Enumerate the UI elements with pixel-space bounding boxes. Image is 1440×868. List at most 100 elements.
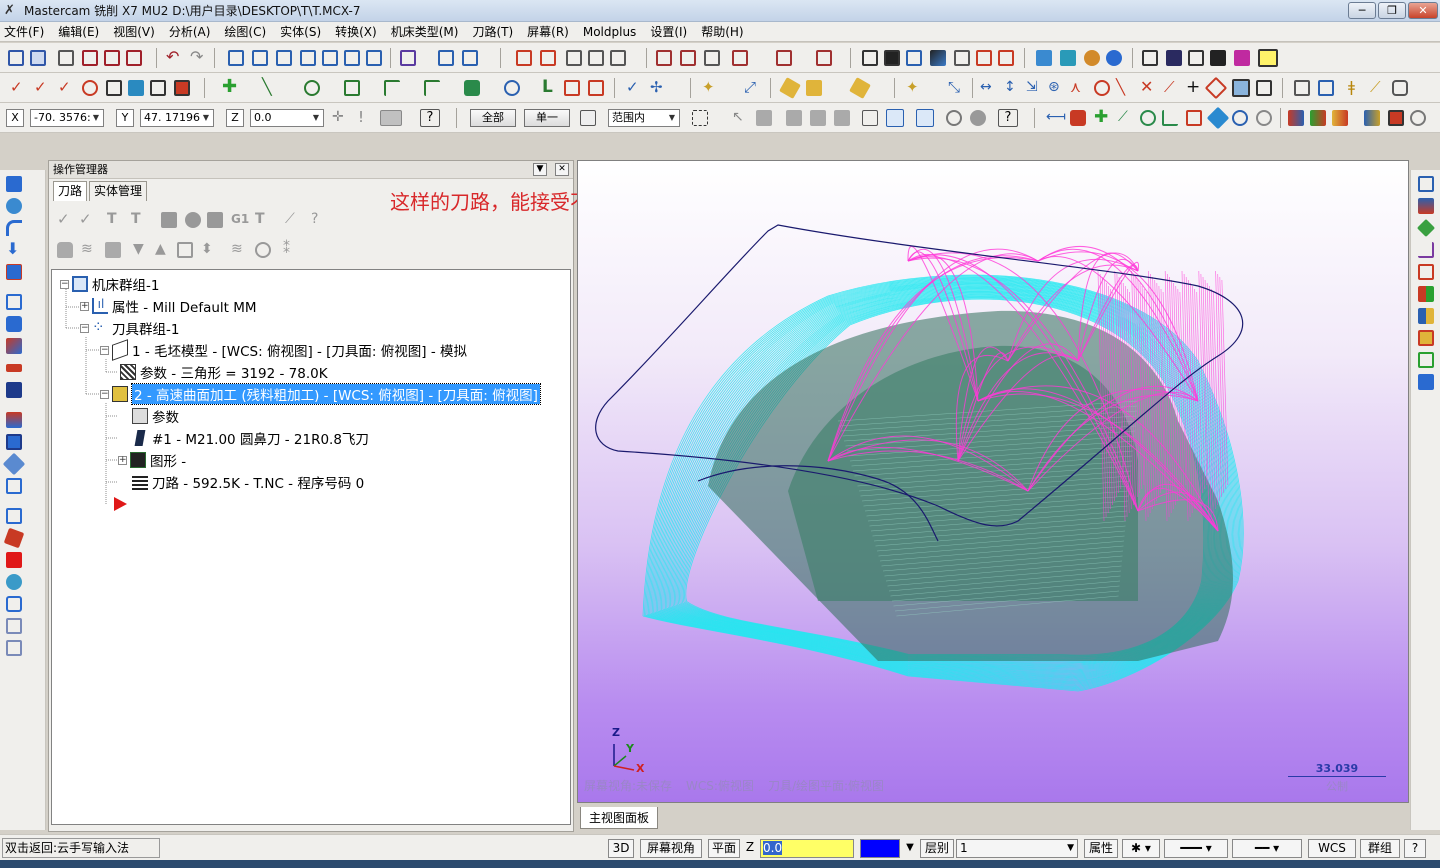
surface-finish-icon[interactable] [6,338,22,354]
plane-button[interactable]: 平面 [708,839,740,858]
regen-all-icon[interactable]: T [107,212,123,228]
cross-icon[interactable]: ✕ [1140,79,1156,96]
tree-item-properties[interactable]: + ıl 属性 - Mill Default MM [80,296,257,316]
surface-rough-icon[interactable] [6,264,22,280]
viewport-vsplit-icon[interactable] [104,50,120,66]
trim-break-icon[interactable]: ✓ [626,80,642,96]
layer-icon[interactable] [1418,264,1434,280]
point-icon[interactable]: ✓ [10,80,26,96]
solid-feature-icon[interactable]: ⟻ [1046,110,1066,126]
solid-extrude-icon[interactable] [1060,50,1076,66]
dimension-icon[interactable] [566,50,582,66]
menu-machine-type[interactable]: 机床类型(M) [391,23,459,40]
spline-icon[interactable] [150,80,166,96]
toolpath-display-icon[interactable]: ≋ [231,242,247,258]
create-arc-icon[interactable] [304,80,320,96]
refresh-icon[interactable] [6,574,22,590]
array-icon[interactable] [366,50,382,66]
select-single-button[interactable]: 单一 [524,109,570,127]
view-iso-icon[interactable] [1142,50,1158,66]
level-dropdown-icon[interactable]: ▼ [1067,840,1074,857]
post-ops-icon[interactable]: G1 [231,212,249,228]
panel-menu-icon[interactable]: ▼ [533,163,547,176]
autocursor-settings-icon[interactable] [380,110,402,126]
solid-add-icon[interactable]: ✚ [1094,109,1110,126]
marker-icon[interactable] [849,77,871,99]
print-icon[interactable] [906,50,922,66]
help-status-icon[interactable]: ? [1404,839,1426,858]
contour-icon[interactable] [6,294,22,310]
tree-item-stock-params[interactable]: 参数 - 三角形 = 3192 - 78.0K [120,362,328,382]
dim-text-icon[interactable] [1256,80,1272,96]
3d-button[interactable]: 3D [608,839,634,858]
extend-icon[interactable]: ⤢ [744,80,760,96]
document-icon[interactable] [862,50,878,66]
create-project-icon[interactable] [588,80,604,96]
wireframe-icon[interactable] [704,50,720,66]
save-view-icon[interactable] [1418,176,1434,192]
collapse-icon[interactable]: − [60,279,69,289]
mask-surface-icon[interactable] [862,110,878,126]
offset-icon[interactable] [344,50,360,66]
vector-select-icon[interactable]: ↖ [732,110,748,126]
line-closest-icon[interactable]: ✓ [58,80,74,96]
level-icon[interactable] [1310,110,1326,126]
rotate-icon[interactable] [300,50,316,66]
move-down-icon[interactable]: ▼ [133,242,149,258]
help-autocursor-icon[interactable]: ? [420,109,440,127]
mask-grid-icon[interactable] [1418,308,1434,324]
save-icon[interactable] [30,50,46,66]
screen-view-button[interactable]: 屏幕视角 [640,839,702,858]
minimize-button[interactable]: ─ [1348,2,1376,19]
z-coord-input[interactable]: 0.0 ▼ [250,109,324,127]
color-dropdown-icon[interactable]: ▼ [902,839,918,858]
frame-icon[interactable] [1418,330,1434,346]
attribute-icon[interactable] [1332,110,1348,126]
dim-angle-icon[interactable]: ⊛ [1048,80,1064,96]
center-mark-icon[interactable] [1094,80,1110,96]
tab-main-viewport[interactable]: 主视图面板 [580,807,658,829]
analyze-icon[interactable]: ✦ [906,80,922,96]
solid-box-icon[interactable] [1036,50,1052,66]
menu-toolpaths[interactable]: 刀路(T) [472,23,513,40]
color-grid-icon[interactable] [1418,286,1434,302]
stop-icon[interactable] [6,552,22,568]
color-icon[interactable] [1288,110,1304,126]
line-endpoint-icon[interactable]: ✓ [34,80,50,96]
view-top-icon[interactable] [1166,50,1182,66]
z-coord-button[interactable]: Z [226,109,244,127]
create-solid-icon[interactable] [464,80,480,96]
only-display-icon[interactable] [255,242,271,258]
redo-icon[interactable]: ↷ [190,49,206,66]
post-icon[interactable] [884,50,900,66]
leader-icon[interactable]: ╲ [1116,80,1132,96]
solid-red-icon[interactable] [3,527,25,549]
menu-xform[interactable]: 转换(X) [335,23,377,40]
lock-icon[interactable] [57,242,73,258]
solid-fillet-icon[interactable] [1140,110,1156,126]
tree-item-machine-group[interactable]: − 机床群组-1 [60,274,159,294]
block-icon[interactable] [6,434,22,450]
no-color-icon[interactable] [1410,110,1426,126]
color-swatch[interactable] [860,839,900,858]
witness-icon[interactable]: ⟋ [1164,80,1180,96]
dim-horizontal-icon[interactable]: ↔ [980,80,996,96]
solid-edge-icon[interactable]: ⟋ [1118,110,1134,126]
mask-point-icon[interactable] [786,110,802,126]
undo-icon[interactable]: ↶ [166,49,182,66]
menu-file[interactable]: 文件(F) [4,23,44,40]
mask-arc-icon[interactable] [834,110,850,126]
view-dynamic-icon[interactable] [1234,50,1250,66]
trim-icon[interactable] [400,50,416,66]
y-coord-button[interactable]: Y [116,109,134,127]
copy-icon[interactable] [252,50,268,66]
insert-arrow[interactable] [114,494,127,514]
pencil-icon[interactable] [779,77,801,99]
feather-icon[interactable]: ⟋ [1370,80,1386,96]
solid-revolve-icon[interactable] [1084,50,1100,66]
scale-icon[interactable] [322,50,338,66]
attributes-button[interactable]: 属性 [1084,839,1118,858]
menu-solids[interactable]: 实体(S) [280,23,321,40]
select-mode-dropdown[interactable]: 范围内 ▼ [608,109,680,127]
select-dirty-icon[interactable]: ✓ [79,212,95,228]
